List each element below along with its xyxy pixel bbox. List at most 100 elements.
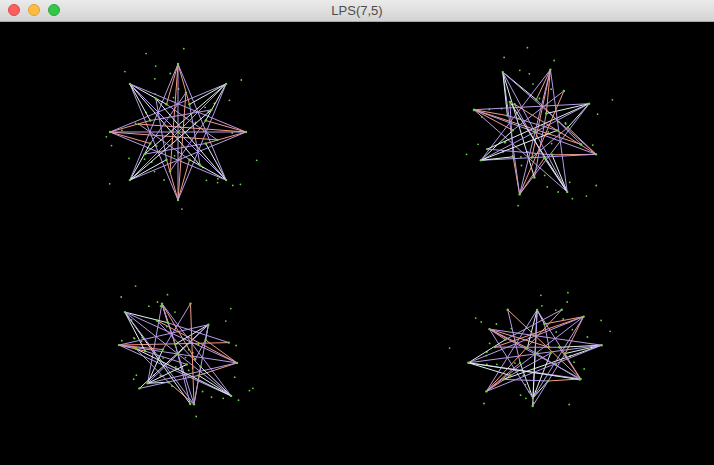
graph-dot [514, 362, 516, 364]
graph-node [563, 90, 565, 92]
graph-edge [468, 363, 579, 380]
graph-node [518, 193, 520, 195]
graph-node [512, 129, 514, 131]
graph-dot [121, 340, 123, 342]
graph-node [558, 346, 560, 348]
graph-node [174, 343, 176, 345]
graph-node [488, 328, 490, 330]
graph-node [225, 179, 227, 181]
graph-dot [167, 294, 169, 296]
graph-canvas [0, 22, 714, 465]
minimize-icon[interactable] [28, 4, 40, 16]
graph-node [205, 143, 207, 145]
graph-edge [125, 312, 145, 351]
graph-edge [125, 312, 194, 404]
graph-edge [162, 303, 231, 395]
graph-edge [533, 353, 551, 398]
graph-edge [199, 363, 237, 376]
graph-dot [163, 179, 165, 181]
graph-dot [185, 356, 187, 358]
graph-node [588, 103, 590, 105]
graph-edge [206, 121, 246, 133]
graph-node [543, 157, 545, 159]
graph-node [189, 403, 191, 405]
graph-dot [569, 182, 571, 184]
graph-edge [136, 349, 231, 396]
graph-dot [597, 114, 599, 116]
graph-dot [234, 376, 236, 378]
graph-edge [167, 160, 179, 200]
graph-node [582, 315, 584, 317]
graph-dot [612, 99, 614, 101]
graph-node [502, 378, 504, 380]
graph-dot [489, 342, 491, 344]
graph-node [230, 394, 232, 396]
zoom-icon[interactable] [48, 4, 60, 16]
graph-dot [133, 337, 135, 339]
graph-dot [128, 158, 130, 160]
graph-dot [520, 156, 522, 158]
graph-node [156, 319, 158, 321]
graph-dot [466, 154, 468, 156]
graph-node [504, 338, 506, 340]
graph-edge [474, 104, 589, 110]
graph-node [144, 153, 146, 155]
graph-edge [503, 72, 535, 132]
graph-node [567, 126, 569, 128]
graph-node [188, 103, 190, 105]
graph-edge [145, 351, 187, 364]
graph-node [531, 157, 533, 159]
graph-dot [565, 123, 567, 125]
graph-edge [505, 310, 561, 340]
graph-edge [206, 340, 238, 363]
graph-node [165, 103, 167, 105]
close-icon[interactable] [8, 4, 20, 16]
graph-node [165, 159, 167, 161]
graph-node [205, 120, 207, 122]
graph-node [177, 353, 179, 355]
graph-panel [357, 244, 714, 465]
graph-node [509, 101, 511, 103]
graph-edge [568, 128, 596, 155]
graph-edge [201, 367, 232, 396]
graph-dot [555, 309, 557, 311]
graph-dot [528, 73, 530, 75]
graph-node [199, 164, 201, 166]
graph-edge [206, 84, 226, 121]
graph-node [216, 139, 218, 141]
graph-edge [178, 64, 226, 180]
graph-dot [135, 285, 137, 287]
graph-node [149, 120, 151, 122]
graph-node [149, 143, 151, 145]
graph-node [550, 352, 552, 354]
graph-dot [519, 70, 521, 72]
graph-dot [238, 399, 240, 401]
graph-node [556, 129, 558, 131]
graph-dot [121, 130, 123, 132]
graph-edge [503, 72, 520, 194]
graph-dot [572, 198, 574, 200]
graph-dot [217, 182, 219, 184]
graph-dot [232, 185, 234, 187]
graph-edge [178, 64, 179, 132]
graph-node [506, 115, 508, 117]
graph-node [188, 159, 190, 161]
graph-node [467, 361, 469, 363]
graph-dot [544, 175, 546, 177]
graph-node [210, 109, 212, 111]
graph-edge [191, 303, 195, 404]
graph-panel [357, 22, 714, 244]
graph-node [166, 321, 168, 323]
graph-dot [567, 292, 569, 294]
graph-dot [503, 57, 505, 59]
graph-dot [145, 53, 147, 55]
graph-edge [474, 110, 507, 116]
graph-drawing [0, 22, 357, 243]
graph-edge [468, 363, 510, 376]
graph-dot [550, 89, 552, 91]
graph-dot [573, 361, 575, 363]
graph-edge [504, 379, 549, 381]
graph-dot [557, 191, 559, 193]
graph-edge [527, 348, 580, 380]
graph-node [480, 159, 482, 161]
